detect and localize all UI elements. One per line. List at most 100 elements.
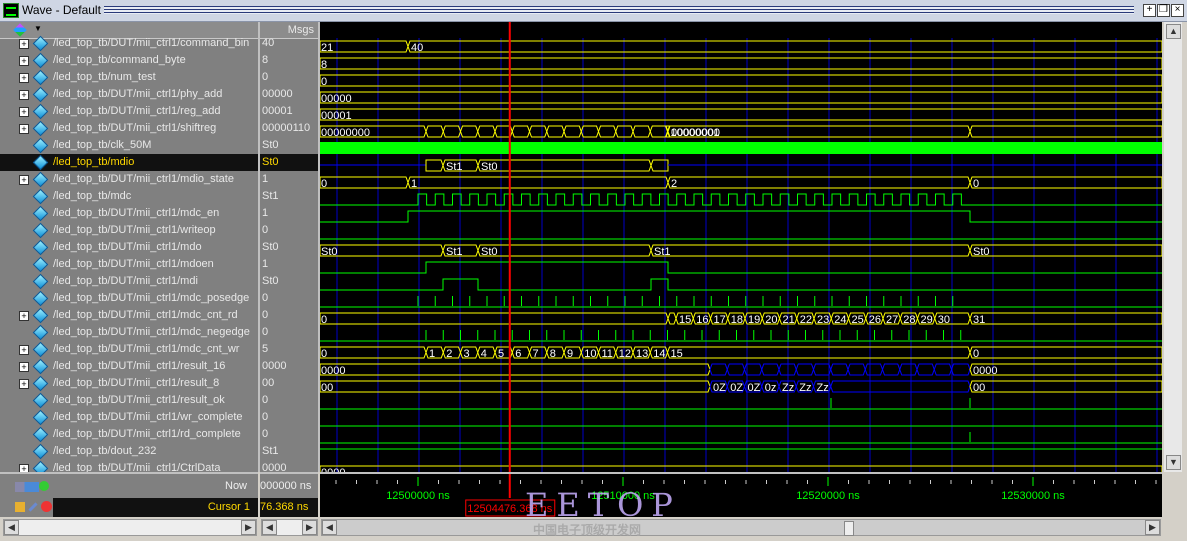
chevron-down-icon[interactable]: ▼ [34,24,42,33]
signal-row[interactable]: /led_top_tb/DUT/mii_ctrl1/mdo [0,239,258,256]
scroll-left-arrow[interactable]: ◀ [322,520,337,535]
scroll-thumb[interactable] [844,521,854,536]
signal-value-row[interactable]: 1 [260,171,318,188]
signal-value-row[interactable]: St0 [260,137,318,154]
signal-row[interactable]: /led_top_tb/DUT/mii_ctrl1/mdi [0,273,258,290]
signal-value-row[interactable]: 8 [260,52,318,69]
signal-row[interactable]: + /led_top_tb/DUT/mii_ctrl1/result_16 [0,358,258,375]
expand-icon[interactable]: + [19,175,29,185]
signal-value: 1 [262,173,269,185]
signal-row[interactable]: + /led_top_tb/DUT/mii_ctrl1/CtrlData [0,460,258,472]
signal-row[interactable]: /led_top_tb/DUT/mii_ctrl1/writeop [0,222,258,239]
signal-value-row[interactable]: St1 [260,188,318,205]
expand-icon[interactable]: + [19,124,29,134]
expand-icon[interactable]: + [19,107,29,117]
wrench-icon[interactable] [28,502,38,512]
signal-row[interactable]: + /led_top_tb/DUT/mii_ctrl1/mdio_state [0,171,258,188]
scroll-left-arrow[interactable]: ◀ [4,520,19,535]
scroll-right-arrow[interactable]: ▶ [241,520,256,535]
add-icon[interactable] [39,481,49,491]
signal-row[interactable]: /led_top_tb/mdio [0,154,258,171]
signal-value-row[interactable]: 1 [260,256,318,273]
signal-value-row[interactable]: 0 [260,69,318,86]
signal-value-row[interactable]: 0 [260,307,318,324]
scroll-down-arrow[interactable]: ▼ [1166,455,1181,470]
signal-row[interactable]: /led_top_tb/DUT/mii_ctrl1/mdc_en [0,205,258,222]
signal-row[interactable]: + /led_top_tb/command_byte [0,52,258,69]
signal-row[interactable]: + /led_top_tb/DUT/mii_ctrl1/mdc_cnt_rd [0,307,258,324]
signal-row[interactable]: /led_top_tb/DUT/mii_ctrl1/result_ok [0,392,258,409]
values-hscroll[interactable]: ◀ ▶ [261,519,318,536]
signal-row[interactable]: + /led_top_tb/num_test [0,69,258,86]
expand-icon[interactable]: + [19,311,29,321]
scroll-right-arrow[interactable]: ▶ [1145,520,1160,535]
expand-icon[interactable]: + [19,90,29,100]
undock-button[interactable]: ❐ [1157,4,1170,17]
waveform-canvas[interactable]: 21 4080000000000100000000 1000000100000000… [320,22,1162,472]
signal-value: 5 [262,343,269,355]
delete-cursor-icon[interactable] [41,501,52,512]
names-hscroll[interactable]: ◀ ▶ [3,519,257,536]
signal-value-row[interactable]: 0 [260,409,318,426]
lock-icon[interactable] [15,502,25,512]
signal-row[interactable]: + /led_top_tb/DUT/mii_ctrl1/command_bin [0,35,258,52]
signal-row[interactable]: /led_top_tb/DUT/mii_ctrl1/mdoen [0,256,258,273]
signal-row[interactable]: /led_top_tb/dout_232 [0,443,258,460]
signal-value-row[interactable]: 0000 [260,358,318,375]
wave-hscroll[interactable]: ◀ ▶ [321,519,1161,536]
expand-icon[interactable]: + [19,345,29,355]
signal-row[interactable]: + /led_top_tb/DUT/mii_ctrl1/shiftreg [0,120,258,137]
signal-value-row[interactable]: 00000110 [260,120,318,137]
expand-icon[interactable]: + [19,56,29,66]
signal-row[interactable]: /led_top_tb/DUT/mii_ctrl1/mdc_posedge [0,290,258,307]
vertical-scrollbar[interactable]: ▲ ▼ [1164,22,1182,472]
dock-button[interactable]: + [1143,4,1156,17]
signal-value-row[interactable]: 00000 [260,86,318,103]
cursor-row[interactable]: Cursor 1 [53,498,258,517]
scroll-right-arrow[interactable]: ▶ [302,520,317,535]
signal-row[interactable]: + /led_top_tb/DUT/mii_ctrl1/mdc_cnt_wr [0,341,258,358]
expand-icon[interactable]: + [19,379,29,389]
close-button[interactable]: × [1171,4,1184,17]
title-grip[interactable] [104,6,1134,14]
signal-name: /led_top_tb/DUT/mii_ctrl1/mdo [53,241,202,253]
signal-row[interactable]: /led_top_tb/clk_50M [0,137,258,154]
expand-icon[interactable]: + [19,362,29,372]
signal-value-row[interactable]: 00001 [260,103,318,120]
signal-value-row[interactable]: St0 [260,273,318,290]
signal-value-row[interactable]: 0 [260,290,318,307]
signal-value-row[interactable]: 0 [260,222,318,239]
signal-value-row[interactable]: St1 [260,443,318,460]
signal-value-row[interactable]: 5 [260,341,318,358]
signal-row[interactable]: + /led_top_tb/DUT/mii_ctrl1/result_8 [0,375,258,392]
expand-icon[interactable]: + [19,73,29,83]
bus-segment [830,363,849,376]
signal-value-row[interactable]: 0000 [260,460,318,472]
bus-segment [320,244,444,257]
signal-row[interactable]: + /led_top_tb/DUT/mii_ctrl1/phy_add [0,86,258,103]
bus-segment [563,125,582,138]
signal-value-row[interactable]: St0 [260,239,318,256]
bus-value-label: 0 [321,314,327,326]
signal-value-row[interactable]: 40 [260,35,318,52]
signal-value-row[interactable]: 00 [260,375,318,392]
signal-row[interactable]: /led_top_tb/mdc [0,188,258,205]
add-cursor-icon[interactable] [15,482,39,492]
cursor-value: 76.368 ns [260,501,309,513]
expand-icon[interactable]: + [19,464,29,472]
signal-row[interactable]: /led_top_tb/DUT/mii_ctrl1/rd_complete [0,426,258,443]
bus-segment [407,176,669,189]
signal-value-row[interactable]: 0 [260,392,318,409]
scroll-up-arrow[interactable]: ▲ [1166,24,1181,39]
scroll-left-arrow[interactable]: ◀ [262,520,277,535]
signal-row[interactable]: /led_top_tb/DUT/mii_ctrl1/mdc_negedge [0,324,258,341]
expand-icon[interactable]: + [19,39,29,49]
time-ruler[interactable]: 12500000 ns 12510000 ns 12520000 ns 1253000… [320,472,1162,519]
signal-row[interactable]: /led_top_tb/DUT/mii_ctrl1/wr_complete [0,409,258,426]
signal-value-row[interactable]: 1 [260,205,318,222]
bus-value-label: St1 [446,161,463,173]
signal-value-row[interactable]: 0 [260,426,318,443]
signal-value-row[interactable]: St0 [260,154,318,171]
signal-row[interactable]: + /led_top_tb/DUT/mii_ctrl1/reg_add [0,103,258,120]
signal-value-row[interactable]: 0 [260,324,318,341]
